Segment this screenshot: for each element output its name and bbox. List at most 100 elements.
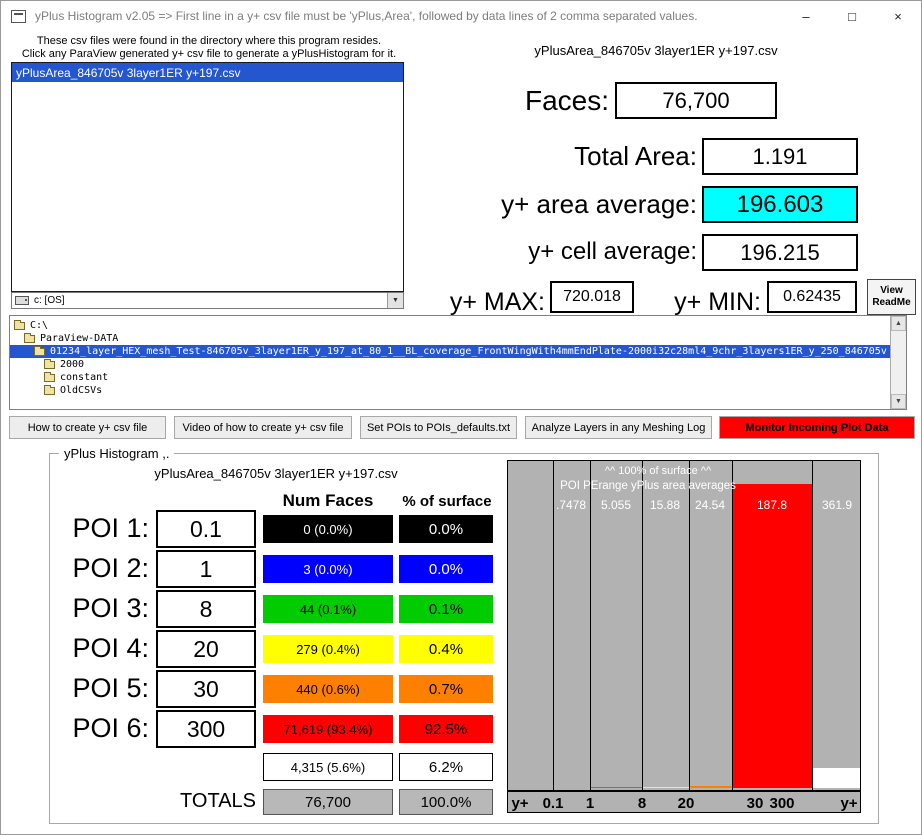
histogram-chart: ^^ 100% of surface ^^ POI PErange yPlus … <box>507 460 861 813</box>
drive-icon <box>15 296 29 305</box>
cell-average-value: 196.215 <box>702 234 858 271</box>
cell-average-label: y+ cell average: <box>421 238 697 266</box>
range-average-3: 15.88 <box>650 498 680 512</box>
poi-4-label: POI 4: <box>37 633 149 664</box>
chart-bar-1-8 <box>590 787 642 788</box>
poi-5-input[interactable] <box>156 670 256 708</box>
poi-4-input[interactable] <box>156 630 256 668</box>
set-pois-defaults-button[interactable]: Set POIs to POIs_defaults.txt <box>360 416 517 439</box>
yplus-max-label: y+ MAX: <box>405 288 545 317</box>
histogram-group-title: yPlus Histogram ,. <box>59 446 174 461</box>
csv-file-item-selected[interactable]: yPlusArea_846705v 3layer1ER y+197.csv <box>12 63 403 82</box>
chart-gridline <box>642 461 643 790</box>
poi-2-numfaces: 3 (0.0%) <box>263 555 393 583</box>
poi-2-label: POI 2: <box>37 553 149 584</box>
chart-bar-20-30 <box>689 786 732 788</box>
faces-value: 76,700 <box>615 82 777 119</box>
monitor-plot-data-button[interactable]: Monitor Incoming Plot Data <box>719 416 915 439</box>
x-axis-label-yplus-right: y+ <box>840 795 857 812</box>
poi-6-input[interactable] <box>156 710 256 748</box>
window-controls: – □ × <box>783 1 921 31</box>
scroll-down-icon[interactable]: ▼ <box>891 394 906 409</box>
chart-gridline <box>812 461 813 790</box>
poi-1-label: POI 1: <box>37 513 149 544</box>
poi-4-numfaces: 279 (0.4%) <box>263 635 393 663</box>
selected-file-title: yPlusArea_846705v 3layer1ER y+197.csv <box>456 43 856 58</box>
tree-item-paraview-data[interactable]: ParaView-DATA <box>24 332 118 345</box>
title-bar: yPlus Histogram v2.05 => First line in a… <box>1 1 921 31</box>
window-title: yPlus Histogram v2.05 => First line in a… <box>35 9 698 23</box>
chart-subtitle: POI PErange yPlus area averages <box>518 480 778 492</box>
video-how-to-button[interactable]: Video of how to create y+ csv file <box>174 416 352 439</box>
tree-item-label: 01234_layer_HEX_mesh_Test-846705v_3layer… <box>50 346 887 357</box>
instructions-line-1: These csv files were found in the direct… <box>13 35 405 48</box>
folder-icon <box>44 387 55 395</box>
tree-item-selected[interactable]: 01234_layer_HEX_mesh_Test-846705v_3layer… <box>10 345 891 358</box>
poi-3-pct: 0.1% <box>399 595 493 623</box>
csv-file-list[interactable]: yPlusArea_846705v 3layer1ER y+197.csv <box>11 62 404 292</box>
yplus-max-value: 720.018 <box>550 281 634 313</box>
directory-tree[interactable]: C:\ ParaView-DATA 01234_layer_HEX_mesh_T… <box>9 315 907 410</box>
drive-label: c: [OS] <box>34 295 65 306</box>
x-axis-label-0.1: 0.1 <box>543 795 564 812</box>
tree-item-label: constant <box>60 372 108 383</box>
maximize-button[interactable]: □ <box>829 1 875 31</box>
tree-item-label: C:\ <box>30 320 48 331</box>
chart-title: ^^ 100% of surface ^^ <box>538 465 778 477</box>
instructions: These csv files were found in the direct… <box>13 35 405 61</box>
area-average-value: 196.603 <box>702 186 858 223</box>
x-axis-label-30: 30 <box>747 795 764 812</box>
yplus-min-value: 0.62435 <box>767 281 857 313</box>
folder-icon <box>34 348 45 356</box>
drive-dropdown-arrow[interactable]: ▼ <box>387 293 403 308</box>
chart-x-axis <box>508 790 860 792</box>
poi-5-pct: 0.7% <box>399 675 493 703</box>
scroll-up-icon[interactable]: ▲ <box>891 316 906 331</box>
minimize-button[interactable]: – <box>783 1 829 31</box>
faces-label: Faces: <box>461 85 609 117</box>
tree-item-label: 2000 <box>60 359 84 370</box>
overflow-numfaces: 4,315 (5.6%) <box>263 753 393 781</box>
folder-icon <box>24 335 35 343</box>
overflow-pct: 6.2% <box>399 753 493 781</box>
range-average-5: 187.8 <box>757 498 787 512</box>
poi-2-input[interactable] <box>156 550 256 588</box>
totals-pct: 100.0% <box>399 789 493 815</box>
range-average-6: 361.9 <box>822 498 852 512</box>
chart-bar-above-300 <box>812 768 861 788</box>
view-readme-button[interactable]: View ReadMe <box>867 279 916 315</box>
pct-surface-header: % of surface <box>399 493 495 510</box>
tree-item-label: OldCSVs <box>60 385 102 396</box>
how-to-create-csv-button[interactable]: How to create y+ csv file <box>9 416 166 439</box>
poi-5-numfaces: 440 (0.6%) <box>263 675 393 703</box>
analyze-layers-button[interactable]: Analyze Layers in any Meshing Log <box>525 416 712 439</box>
total-area-value: 1.191 <box>702 138 858 175</box>
chart-bar-8-20 <box>642 787 689 788</box>
tree-item-constant[interactable]: constant <box>44 371 108 384</box>
folder-icon <box>44 361 55 369</box>
tree-item-2000[interactable]: 2000 <box>44 358 84 371</box>
poi-6-pct: 92.5% <box>399 715 493 743</box>
x-axis-label-1: 1 <box>586 795 594 812</box>
tree-scrollbar[interactable]: ▲ ▼ <box>890 316 906 409</box>
chart-gridline <box>732 461 733 790</box>
drive-selector[interactable]: c: [OS] ▼ <box>11 292 404 309</box>
poi-1-input[interactable] <box>156 510 256 548</box>
poi-6-numfaces: 71,619 (93.4%) <box>263 715 393 743</box>
tree-item-oldcsvs[interactable]: OldCSVs <box>44 384 102 397</box>
tree-item-label: ParaView-DATA <box>40 333 118 344</box>
x-axis-label-20: 20 <box>678 795 695 812</box>
poi-1-numfaces: 0 (0.0%) <box>263 515 393 543</box>
x-axis-label-300: 300 <box>769 795 794 812</box>
chart-bar-30-300 <box>732 484 812 788</box>
yplus-min-label: y+ MIN: <box>639 288 761 317</box>
poi-3-numfaces: 44 (0.1%) <box>263 595 393 623</box>
tree-item-root[interactable]: C:\ <box>14 319 48 332</box>
app-window: yPlus Histogram v2.05 => First line in a… <box>0 0 922 835</box>
x-axis-label-8: 8 <box>638 795 646 812</box>
range-average-2: 5.055 <box>601 498 631 512</box>
x-axis-label-yplus-left: y+ <box>511 795 528 812</box>
close-button[interactable]: × <box>875 1 921 31</box>
poi-3-input[interactable] <box>156 590 256 628</box>
poi-4-pct: 0.4% <box>399 635 493 663</box>
